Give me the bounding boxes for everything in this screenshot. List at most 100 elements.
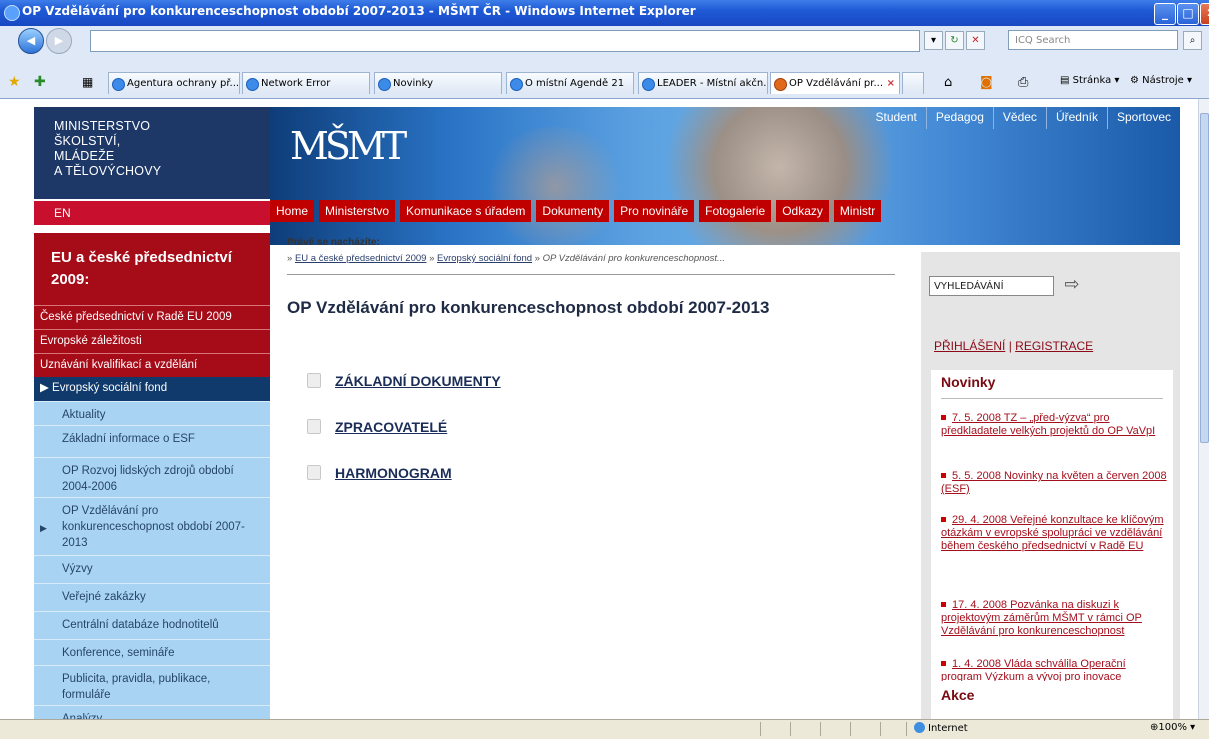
news-link[interactable]: 5. 5. 2008 Novinky na květen a červen 20… <box>941 470 1167 495</box>
address-toolbar: ◀ ▶ ▾ ↻ ✕ ICQ Search ⌕ <box>0 26 1209 69</box>
breadcrumb-link[interactable]: EU a české předsednictví 2009 <box>295 253 427 264</box>
favorites-star-icon[interactable]: ★ <box>8 74 21 90</box>
bullet-icon <box>941 602 946 608</box>
tab-5[interactable]: LEADER - Místní akčn... <box>638 72 768 94</box>
sidebar-subitem[interactable]: Analýzy <box>34 705 270 719</box>
nav-dokumenty[interactable]: Dokumenty <box>536 200 610 222</box>
site-search-input[interactable]: VYHLEDÁVÁNÍ <box>929 276 1054 296</box>
document-icon <box>307 373 321 388</box>
sidebar-subitem[interactable]: Centrální databáze hodnotitelů <box>34 611 270 639</box>
stop-icon[interactable]: ✕ <box>966 31 985 50</box>
document-link[interactable]: ZÁKLADNÍ DOKUMENTY <box>307 373 501 389</box>
back-button[interactable]: ◀ <box>18 28 44 54</box>
news-item[interactable]: 5. 5. 2008 Novinky na květen a červen 20… <box>941 470 1167 496</box>
nav-komunikace[interactable]: Komunikace s úřadem <box>400 200 532 222</box>
print-icon[interactable]: ⎙ <box>1018 75 1028 90</box>
new-tab-button[interactable] <box>902 72 924 94</box>
globe-icon <box>914 722 925 733</box>
language-en-link[interactable]: EN <box>34 201 270 225</box>
news-link[interactable]: 1. 4. 2008 Vláda schválila Operační prog… <box>941 658 1126 683</box>
sidebar-item-predsednictvi[interactable]: České předsednictví v Radě EU 2009 <box>34 305 270 329</box>
document-link[interactable]: ZPRACOVATELÉ <box>307 419 447 435</box>
search-icon[interactable]: ⌕ <box>1183 31 1202 50</box>
news-item[interactable]: 29. 4. 2008 Veřejné konzultace ke klíčov… <box>941 514 1167 553</box>
vertical-scrollbar[interactable] <box>1198 99 1209 719</box>
maximize-button[interactable]: □ <box>1177 3 1199 25</box>
msmt-logo[interactable]: MŠMT <box>290 127 407 165</box>
address-bar[interactable] <box>90 30 920 52</box>
tab-2[interactable]: Network Error <box>242 72 370 94</box>
nav-pro-novinare[interactable]: Pro novináře <box>614 200 695 222</box>
ministry-name[interactable]: MINISTERSTVO ŠKOLSTVÍ, MLÁDEŽE A TĚLOVÝC… <box>34 107 270 199</box>
sidebar-subitem[interactable]: Základní informace o ESF <box>34 425 270 457</box>
bullet-icon <box>941 661 946 667</box>
tab-1[interactable]: Agentura ochrany př... <box>108 72 240 94</box>
tab-4[interactable]: O místní Agendě 21 <box>506 72 634 94</box>
news-title: Novinky <box>941 374 996 390</box>
login-links: PŘIHLÁŠENÍ | REGISTRACE <box>934 339 1094 353</box>
document-link-label[interactable]: HARMONOGRAM <box>335 465 452 481</box>
right-column: VYHLEDÁVÁNÍ ⇨ PŘIHLÁŠENÍ | REGISTRACE No… <box>921 252 1180 719</box>
bullet-icon <box>941 415 946 421</box>
security-zone[interactable]: Internet <box>914 722 968 734</box>
tab-3[interactable]: Novinky <box>374 72 502 94</box>
nav-home[interactable]: Home <box>270 200 315 222</box>
breadcrumb: » EU a české předsednictví 2009 » Evrops… <box>287 253 725 264</box>
sidebar-subitem[interactable]: Výzvy <box>34 555 270 583</box>
breadcrumb-link[interactable]: Evropský sociální fond <box>437 253 532 264</box>
nav-vedec[interactable]: Vědec <box>992 107 1046 129</box>
window-title: OP Vzdělávání pro konkurenceschopnost ob… <box>22 4 696 18</box>
page-title: OP Vzdělávání pro konkurenceschopnost ob… <box>287 298 770 317</box>
home-icon[interactable]: ⌂ <box>944 75 952 90</box>
login-link[interactable]: PŘIHLÁŠENÍ <box>934 339 1005 353</box>
news-item[interactable]: 17. 4. 2008 Pozvánka na diskuzi k projek… <box>941 599 1167 638</box>
tools-menu[interactable]: ⚙ Nástroje ▾ <box>1130 75 1192 86</box>
quick-tabs-icon[interactable]: ▦ <box>82 75 93 89</box>
ie-icon <box>510 78 523 91</box>
document-link[interactable]: HARMONOGRAM <box>307 465 452 481</box>
nav-ministerstvo[interactable]: Ministerstvo <box>319 200 396 222</box>
news-link[interactable]: 7. 5. 2008 TZ – „před-výzva“ pro předkla… <box>941 412 1155 437</box>
forward-button[interactable]: ▶ <box>46 28 72 54</box>
nav-odkazy[interactable]: Odkazy <box>776 200 829 222</box>
search-arrow-icon[interactable]: ⇨ <box>1061 274 1083 296</box>
refresh-icon[interactable]: ↻ <box>945 31 964 50</box>
close-button[interactable]: ✕ <box>1200 3 1209 25</box>
sidebar-subitem[interactable]: Konference, semináře <box>34 639 270 665</box>
bullet-icon <box>941 517 946 523</box>
address-dropdown-icon[interactable]: ▾ <box>924 31 943 50</box>
close-tab-icon[interactable]: × <box>887 73 895 94</box>
document-icon <box>307 419 321 434</box>
news-link[interactable]: 17. 4. 2008 Pozvánka na diskuzi k projek… <box>941 599 1142 637</box>
document-link-label[interactable]: ZPRACOVATELÉ <box>335 419 447 435</box>
nav-urednik[interactable]: Úředník <box>1045 107 1107 129</box>
sidebar-item-label: Evropský sociální fond <box>52 382 168 394</box>
nav-pedagog[interactable]: Pedagog <box>925 107 993 129</box>
nav-sportovec[interactable]: Sportovec <box>1106 107 1180 129</box>
sidebar-subitem[interactable]: OP Rozvoj lidských zdrojů období 2004-20… <box>34 457 270 497</box>
status-divider <box>760 722 761 736</box>
nav-student[interactable]: Student <box>866 107 925 129</box>
news-link[interactable]: 29. 4. 2008 Veřejné konzultace ke klíčov… <box>941 514 1164 552</box>
nav-fotogalerie[interactable]: Fotogalerie <box>699 200 772 222</box>
sidebar-subitem-current[interactable]: ▶ OP Vzdělávání pro konkurenceschopnost … <box>34 497 270 555</box>
feeds-icon[interactable]: ◙ <box>980 75 993 90</box>
sidebar-item-evropske-zalezitosti[interactable]: Evropské záležitosti <box>34 329 270 353</box>
tab-6-active[interactable]: OP Vzdělávání pr... × <box>770 72 900 94</box>
document-link-label[interactable]: ZÁKLADNÍ DOKUMENTY <box>335 373 501 389</box>
minimize-button[interactable]: _ <box>1154 3 1176 25</box>
nav-ministr[interactable]: Ministr <box>833 200 882 222</box>
sidebar-subitem[interactable]: Publicita, pravidla, publikace, formulář… <box>34 665 270 705</box>
tab-label: Novinky <box>393 78 433 89</box>
news-item[interactable]: 7. 5. 2008 TZ – „před-výzva“ pro předkla… <box>941 412 1167 438</box>
sidebar-subitem[interactable]: Veřejné zakázky <box>34 583 270 611</box>
page-menu[interactable]: ▤ Stránka ▾ <box>1060 75 1119 86</box>
scrollbar-thumb[interactable] <box>1200 113 1209 443</box>
search-input[interactable]: ICQ Search <box>1008 30 1178 50</box>
sidebar-item-esf[interactable]: ▶ Evropský sociální fond <box>34 377 270 401</box>
add-favorite-icon[interactable]: ✚ <box>34 74 46 90</box>
register-link[interactable]: REGISTRACE <box>1015 339 1093 353</box>
sidebar-subitem[interactable]: Aktuality <box>34 401 270 425</box>
zoom-level[interactable]: ⊕100% ▾ <box>1150 722 1195 733</box>
sidebar-item-uznavani[interactable]: Uznávání kvalifikací a vzdělání <box>34 353 270 377</box>
